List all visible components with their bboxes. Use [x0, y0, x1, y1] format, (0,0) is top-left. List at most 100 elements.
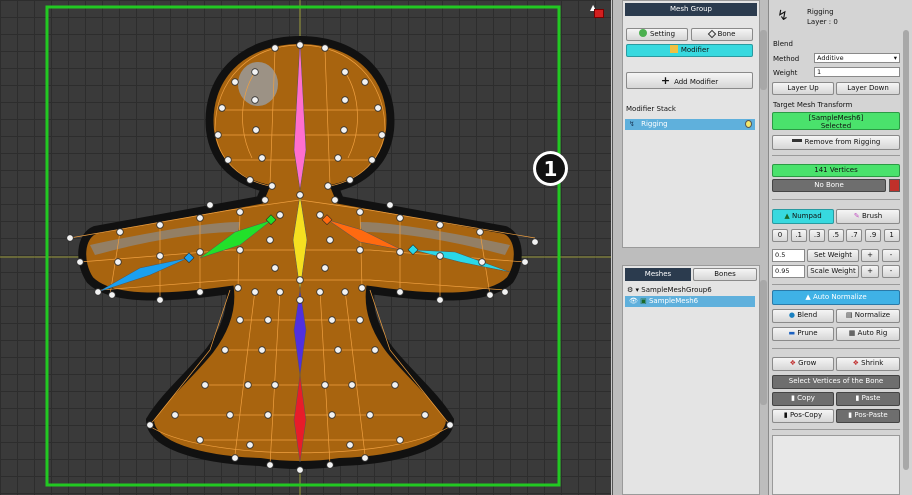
mesh-vertex[interactable]: [356, 208, 364, 216]
weight-input[interactable]: 1: [814, 67, 900, 77]
mesh-vertex[interactable]: [246, 176, 254, 184]
mesh-vertex[interactable]: [264, 411, 272, 419]
mesh-vertex[interactable]: [348, 381, 356, 389]
mesh-vertex[interactable]: [94, 288, 102, 296]
scale-weight-minus-button[interactable]: -: [882, 265, 900, 278]
weight-preset-button[interactable]: .5: [827, 229, 844, 242]
mesh-vertex[interactable]: [321, 264, 329, 272]
bone-button[interactable]: Bone: [691, 28, 753, 41]
mesh-vertex[interactable]: [271, 264, 279, 272]
mesh-vertex[interactable]: [234, 284, 242, 292]
mesh-vertex[interactable]: [156, 296, 164, 304]
mesh-vertex[interactable]: [316, 288, 324, 296]
mesh-vertex[interactable]: [378, 131, 386, 139]
mesh-vertex[interactable]: [146, 421, 154, 429]
mesh-vertex[interactable]: [334, 154, 342, 162]
mesh-vertex[interactable]: [478, 258, 486, 266]
viewport-close-icon[interactable]: [594, 9, 604, 18]
blend-button[interactable]: ● Blend: [772, 309, 834, 323]
mesh-vertex[interactable]: [321, 44, 329, 52]
mesh-vertex[interactable]: [266, 236, 274, 244]
weight-preset-button[interactable]: 1: [883, 229, 900, 242]
mesh-vertex[interactable]: [331, 196, 339, 204]
mesh-vertex[interactable]: [421, 411, 429, 419]
mesh-canvas[interactable]: [0, 0, 611, 495]
shrink-button[interactable]: ❖ Shrink: [836, 357, 900, 371]
mesh-vertex[interactable]: [276, 288, 284, 296]
mesh-vertex[interactable]: [201, 381, 209, 389]
mesh-vertex[interactable]: [324, 182, 332, 190]
mesh-vertex[interactable]: [251, 288, 259, 296]
mesh-vertex[interactable]: [326, 461, 334, 469]
mesh-vertex[interactable]: [271, 381, 279, 389]
mesh-vertex[interactable]: [486, 291, 494, 299]
lock-icon[interactable]: [889, 179, 900, 192]
weight-preset-button[interactable]: .9: [865, 229, 881, 242]
mesh-vertex[interactable]: [156, 252, 164, 260]
mesh-vertex[interactable]: [391, 381, 399, 389]
mesh-vertex[interactable]: [296, 276, 304, 284]
mesh-vertex[interactable]: [446, 421, 454, 429]
mesh-vertex[interactable]: [251, 68, 259, 76]
mesh-vertex[interactable]: [386, 201, 394, 209]
mesh-row-selected[interactable]: 👁 ▣ SampleMesh6: [625, 296, 755, 307]
modifier-button[interactable]: Modifier: [626, 44, 753, 57]
mesh-vertex[interactable]: [114, 258, 122, 266]
mesh-vertex[interactable]: [326, 236, 334, 244]
mesh-vertex[interactable]: [252, 126, 260, 134]
mesh-vertex[interactable]: [221, 346, 229, 354]
mesh-vertex[interactable]: [346, 441, 354, 449]
mesh-vertex[interactable]: [236, 246, 244, 254]
mesh-vertex[interactable]: [246, 441, 254, 449]
mesh-vertex[interactable]: [340, 126, 348, 134]
eye-icon[interactable]: 👁: [629, 297, 638, 305]
weight-preset-button[interactable]: 0: [772, 229, 788, 242]
normalize-button[interactable]: ▤ Normalize: [836, 309, 900, 323]
mesh-vertex[interactable]: [271, 44, 279, 52]
modifier-scrollbar[interactable]: [760, 30, 767, 90]
weight-preset-button[interactable]: .1: [790, 229, 807, 242]
layer-up-button[interactable]: Layer Up: [772, 82, 834, 95]
copy-button[interactable]: ▮ Copy: [772, 392, 834, 406]
mesh-vertex[interactable]: [296, 191, 304, 199]
set-weight-plus-button[interactable]: +: [861, 249, 879, 262]
set-weight-minus-button[interactable]: -: [882, 249, 900, 262]
mesh-vertex[interactable]: [328, 411, 336, 419]
mesh-vertex[interactable]: [328, 316, 336, 324]
hierarchy-scrollbar[interactable]: [760, 280, 767, 405]
scale-weight-input[interactable]: 0.95: [772, 265, 805, 278]
weight-preset-button[interactable]: .3: [809, 229, 826, 242]
mesh-vertex[interactable]: [224, 156, 232, 164]
mesh-vertex[interactable]: [436, 296, 444, 304]
prune-button[interactable]: ▬ Prune: [772, 327, 834, 341]
mesh-vertex[interactable]: [296, 296, 304, 304]
remove-from-rigging-button[interactable]: Remove from Rigging: [772, 135, 900, 150]
mesh-vertex[interactable]: [258, 154, 266, 162]
mesh-vertex[interactable]: [266, 461, 274, 469]
mesh-vertex[interactable]: [371, 346, 379, 354]
grow-button[interactable]: ❖ Grow: [772, 357, 834, 371]
mesh-vertex[interactable]: [341, 288, 349, 296]
mesh-vertex[interactable]: [296, 41, 304, 49]
expand-arrow-icon[interactable]: ▾: [636, 286, 640, 294]
method-select[interactable]: Additive ▾: [814, 53, 900, 63]
select-vertices-of-bone-button[interactable]: Select Vertices of the Bone: [772, 375, 900, 389]
mesh-vertex[interactable]: [396, 248, 404, 256]
bone-list-area[interactable]: [772, 435, 900, 495]
paste-button[interactable]: ▮ Paste: [836, 392, 900, 406]
mesh-vertex[interactable]: [214, 131, 222, 139]
group-row[interactable]: ⚙ ▾ SampleMeshGroup6: [627, 286, 712, 294]
mesh-vertex[interactable]: [396, 288, 404, 296]
rigging-viewport[interactable]: 1 ▲: [0, 0, 611, 495]
mesh-vertex[interactable]: [334, 346, 342, 354]
mesh-vertex[interactable]: [196, 214, 204, 222]
mesh-vertex[interactable]: [296, 466, 304, 474]
mesh-vertex[interactable]: [66, 234, 74, 242]
mesh-vertex[interactable]: [361, 454, 369, 462]
mesh-vertex[interactable]: [251, 96, 259, 104]
pos-copy-button[interactable]: ▮ Pos-Copy: [772, 409, 834, 423]
scale-weight-button[interactable]: Scale Weight: [807, 265, 859, 278]
mesh-vertex[interactable]: [196, 288, 204, 296]
mesh-vertex[interactable]: [156, 221, 164, 229]
mesh-vertex[interactable]: [396, 214, 404, 222]
